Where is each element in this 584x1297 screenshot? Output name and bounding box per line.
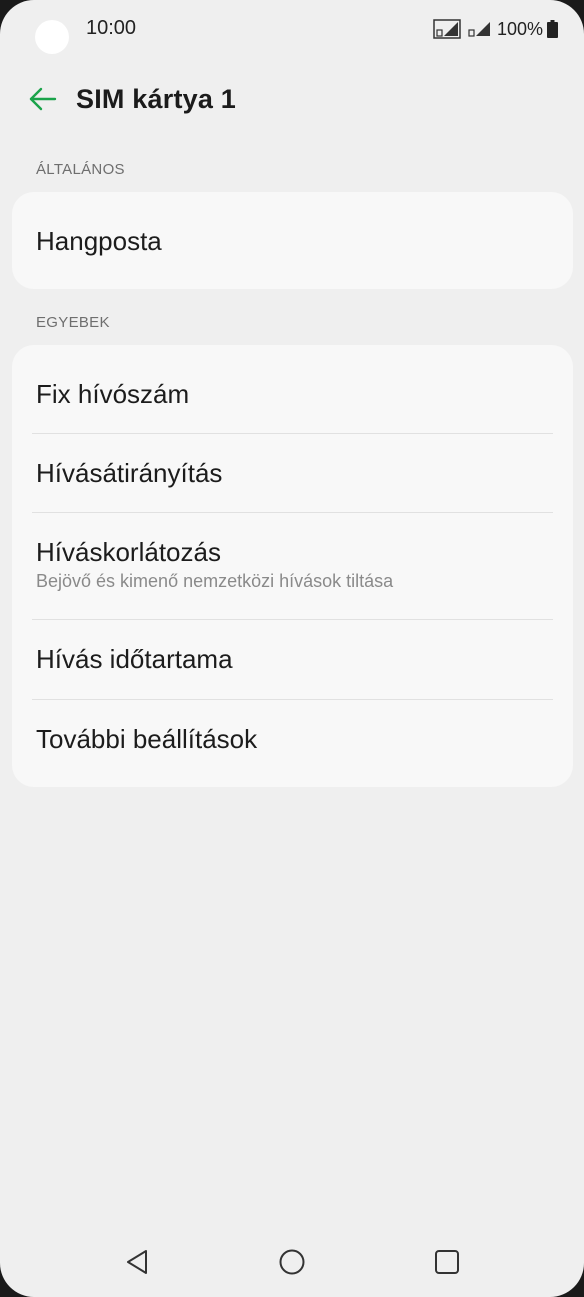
status-bar: 10:00 100%	[0, 0, 584, 60]
status-time: 10:00	[86, 17, 137, 39]
navigation-bar	[0, 1232, 584, 1292]
back-button[interactable]	[26, 82, 60, 116]
circle-home-icon	[279, 1249, 305, 1275]
phone-screen: 10:00 100% SIM kártya 1 ÁLTALÁNOS Hangpo…	[0, 0, 584, 1297]
status-icons: 100%	[433, 18, 558, 40]
settings-item-label: További beállítások	[36, 724, 258, 754]
sim2-signal-icon	[468, 22, 490, 37]
nav-recents-button[interactable]	[429, 1244, 465, 1280]
settings-item-label: Hangposta	[36, 226, 162, 256]
settings-item-call-barring[interactable]: Híváskorlátozás Bejövő és kimenő nemzetk…	[12, 512, 573, 619]
settings-item-fixed-dialing[interactable]: Fix hívószám	[12, 345, 573, 433]
app-bar: SIM kártya 1	[0, 70, 584, 130]
arrow-left-icon	[29, 87, 57, 111]
settings-item-call-forwarding[interactable]: Hívásátirányítás	[12, 433, 573, 512]
battery-percent: 100%	[496, 18, 543, 39]
settings-item-label: Hívásátirányítás	[36, 458, 223, 488]
camera-cutout	[35, 20, 69, 54]
settings-item-subtitle: Bejövő és kimenő nemzetközi hívások tilt…	[36, 571, 394, 591]
settings-item-label: Híváskorlátozás	[36, 537, 221, 567]
page-title: SIM kártya 1	[76, 84, 236, 114]
section-header-other: EGYEBEK	[36, 314, 110, 331]
nav-back-button[interactable]	[119, 1244, 155, 1280]
settings-card-general: Hangposta	[12, 192, 573, 289]
settings-item-label: Hívás időtartama	[36, 644, 233, 674]
settings-item-additional-settings[interactable]: További beállítások	[12, 699, 573, 787]
section-header-general: ÁLTALÁNOS	[36, 161, 125, 178]
settings-item-call-duration[interactable]: Hívás időtartama	[12, 619, 573, 699]
settings-card-other: Fix hívószám Hívásátirányítás Híváskorlá…	[12, 345, 573, 787]
square-recents-icon	[435, 1250, 459, 1274]
battery-icon	[547, 20, 558, 38]
settings-item-voicemail[interactable]: Hangposta	[12, 192, 573, 289]
settings-item-label: Fix hívószám	[36, 379, 190, 409]
triangle-back-icon	[127, 1250, 147, 1274]
nav-home-button[interactable]	[274, 1244, 310, 1280]
sim1-signal-icon	[433, 19, 461, 39]
